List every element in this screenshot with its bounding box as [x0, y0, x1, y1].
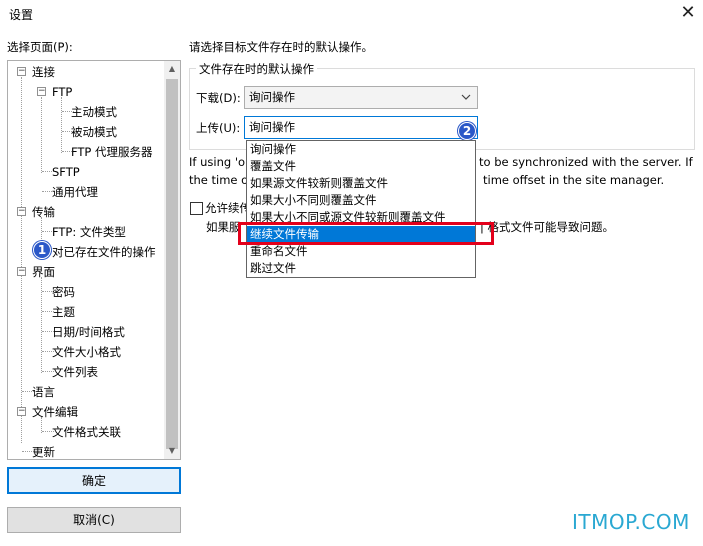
expander-minus-icon[interactable]: − — [17, 207, 26, 216]
resume-info-left: 如果服 — [206, 220, 241, 234]
tree-item-language[interactable]: 语言 — [32, 383, 55, 401]
download-select-value: 询问操作 — [249, 90, 295, 104]
tree-item-passwords[interactable]: 密码 — [52, 283, 75, 301]
ok-button[interactable]: 确定 — [7, 467, 181, 494]
info-line2-right: time offset in the site manager. — [483, 173, 665, 187]
resume-info-right: | 格式文件可能导致问题。 — [480, 220, 615, 234]
scroll-up-icon[interactable]: ▲ — [164, 61, 180, 77]
step-badge-1: 1 — [33, 241, 51, 259]
tree-item-passive-mode[interactable]: 被动模式 — [71, 123, 117, 141]
tree-scrollbar[interactable]: ▲ ▼ — [164, 61, 180, 459]
info-line2-left: the time o — [189, 173, 249, 187]
tree-item-updates[interactable]: 更新 — [32, 443, 55, 459]
watermark: ITMOP.COM — [572, 510, 690, 534]
cancel-button[interactable]: 取消(C) — [7, 507, 181, 533]
tree-item-ftp-file-types[interactable]: FTP: 文件类型 — [52, 223, 126, 241]
tree-item-interface[interactable]: 界面 — [32, 263, 55, 281]
tree-item-file-lists[interactable]: 文件列表 — [52, 363, 98, 381]
tree-item-generic-proxy[interactable]: 通用代理 — [52, 183, 98, 201]
dropdown-option-overwrite-if-newer[interactable]: 如果源文件较新则覆盖文件 — [247, 175, 475, 192]
step-badge-2: 2 — [458, 122, 476, 140]
dropdown-option-rename[interactable]: 重命名文件 — [247, 243, 475, 260]
resume-checkbox-label[interactable]: 允许续传 — [205, 200, 251, 216]
tree-item-transfers[interactable]: 传输 — [32, 203, 55, 221]
highlight-box — [238, 222, 494, 245]
chevron-down-icon — [461, 94, 471, 100]
dropdown-option-overwrite-if-size-differs[interactable]: 如果大小不同则覆盖文件 — [247, 192, 475, 209]
tree-item-filetype-associations[interactable]: 文件格式关联 — [52, 423, 121, 441]
upload-select[interactable]: 询问操作 — [244, 116, 478, 139]
download-label: 下载(D): — [196, 91, 241, 105]
dropdown-option-ask[interactable]: 询问操作 — [247, 141, 475, 158]
resume-info-text: 如果服 | 格式文件可能导致问题。 — [206, 219, 614, 235]
expander-minus-icon[interactable]: − — [17, 67, 26, 76]
upload-label: 上传(U): — [196, 121, 241, 135]
scroll-down-icon[interactable]: ▼ — [164, 443, 180, 459]
expander-minus-icon[interactable]: − — [37, 87, 46, 96]
expander-minus-icon[interactable]: − — [17, 407, 26, 416]
upload-dropdown-list[interactable]: 询问操作 覆盖文件 如果源文件较新则覆盖文件 如果大小不同则覆盖文件 如果大小不… — [246, 140, 476, 278]
tree-item-datetime-format[interactable]: 日期/时间格式 — [52, 323, 125, 341]
download-select[interactable]: 询问操作 — [244, 86, 478, 109]
tree-item-file-exists-action[interactable]: 对已存在文件的操作 — [52, 243, 156, 261]
group-title: 文件存在时的默认操作 — [196, 61, 317, 77]
info-line1-left: If using 'o — [189, 155, 246, 169]
tree-item-ftp-proxy[interactable]: FTP 代理服务器 — [71, 143, 153, 161]
tree-item-sftp[interactable]: SFTP — [52, 163, 80, 181]
upload-select-value: 询问操作 — [249, 120, 295, 134]
info-line1-right: to be synchronized with the server. If — [479, 155, 693, 169]
tree-line — [21, 77, 22, 443]
instruction-text: 请选择目标文件存在时的默认操作。 — [189, 40, 373, 54]
tree-item-filesize-format[interactable]: 文件大小格式 — [52, 343, 121, 361]
scroll-thumb[interactable] — [166, 79, 178, 449]
tree-item-ftp[interactable]: FTP — [52, 83, 72, 101]
dropdown-option-overwrite[interactable]: 覆盖文件 — [247, 158, 475, 175]
tree-item-file-editing[interactable]: 文件编辑 — [32, 403, 78, 421]
tree-content: − − − − − 连接 FTP 主动模式 被动模式 FTP 代理服务器 SFT… — [8, 61, 165, 459]
resume-checkbox[interactable] — [190, 202, 203, 215]
settings-tree[interactable]: − − − − − 连接 FTP 主动模式 被动模式 FTP 代理服务器 SFT… — [7, 60, 181, 460]
tree-line — [61, 97, 62, 153]
tree-item-themes[interactable]: 主题 — [52, 303, 75, 321]
window-title: 设置 — [9, 8, 34, 22]
close-icon[interactable]: ✕ — [676, 2, 700, 24]
select-page-label: 选择页面(P): — [7, 40, 73, 54]
tree-line — [41, 97, 42, 173]
expander-minus-icon[interactable]: − — [17, 267, 26, 276]
dropdown-option-skip[interactable]: 跳过文件 — [247, 260, 475, 277]
tree-item-connection[interactable]: 连接 — [32, 63, 55, 81]
tree-item-active-mode[interactable]: 主动模式 — [71, 103, 117, 121]
